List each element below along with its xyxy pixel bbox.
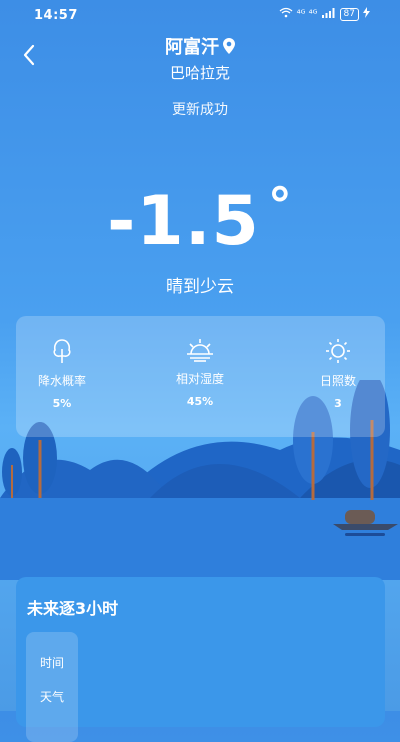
sun-icon — [326, 339, 350, 363]
current-temperature: -1.5 ° — [0, 182, 400, 256]
city-selector[interactable]: 阿富汗 — [0, 33, 400, 59]
temperature-value: -1.5 — [107, 182, 260, 261]
charging-icon — [363, 7, 370, 21]
tree-icon — [53, 339, 71, 363]
status-bar: 14:57 ⁴ᴳ ⁴ᴳ 87 — [0, 0, 400, 30]
row-label-time: 时间 — [39, 656, 64, 670]
weather-condition: 晴到少云 — [166, 277, 234, 297]
signal-icon: ⁴ᴳ ⁴ᴳ — [296, 8, 318, 20]
forecast-row-labels: 时间 天气 — [26, 632, 78, 742]
degree-symbol: ° — [267, 178, 293, 234]
metric-sunshine: 日照数 3 — [288, 338, 388, 410]
weather-metrics-card: 降水概率 5% 相对湿度 45% 日照数 3 — [16, 316, 385, 437]
metric-humidity: 相对湿度 45% — [150, 338, 250, 408]
location-pin-icon — [223, 37, 235, 59]
wifi-icon — [279, 7, 293, 21]
metric-value: 5% — [52, 397, 72, 410]
sunrise-icon — [187, 339, 213, 362]
status-time: 14:57 — [34, 8, 78, 23]
metric-label: 日照数 — [319, 374, 356, 388]
city-name: 阿富汗 — [165, 37, 219, 58]
forecast-title: 未来逐3小时 — [27, 599, 119, 618]
forecast-card: 未来逐3小时 时间 天气 — [16, 577, 385, 742]
metric-value: 3 — [334, 397, 342, 410]
signal-bars-icon — [321, 7, 336, 21]
update-status: 更新成功 — [172, 102, 228, 118]
metric-precipitation: 降水概率 5% — [12, 338, 112, 410]
metric-value: 45% — [186, 395, 214, 408]
battery-indicator: 87 — [339, 7, 359, 21]
district-name: 巴哈拉克 — [169, 64, 230, 82]
metric-label: 降水概率 — [37, 374, 86, 388]
row-label-weather: 天气 — [39, 690, 64, 704]
status-icons: ⁴ᴳ ⁴ᴳ 87 — [279, 7, 370, 21]
metric-label: 相对湿度 — [175, 372, 224, 386]
